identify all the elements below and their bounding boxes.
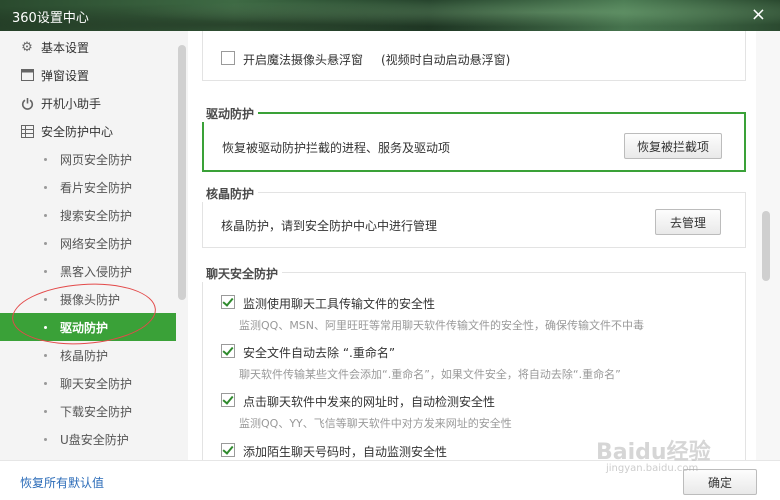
sidebar-item-label: 弹窗设置 bbox=[41, 68, 90, 83]
camera-floating-note: (视频时自动启动悬浮窗) bbox=[381, 53, 511, 67]
window-icon bbox=[20, 68, 34, 82]
sidebar-item-label: 聊天安全防护 bbox=[60, 376, 133, 391]
sidebar-item-label: 网络安全防护 bbox=[60, 236, 133, 251]
bullet-dot bbox=[44, 437, 47, 441]
chat-file-check-label: 监测使用聊天工具传输文件的安全性 bbox=[243, 297, 436, 311]
power-icon bbox=[20, 96, 34, 110]
sidebar-item-camera-protection[interactable]: 摄像头防护 bbox=[0, 285, 176, 313]
bullet-dot bbox=[44, 325, 47, 329]
rename-removal-desc: 聊天软件传输某些文件会添加“.重命名”，如果文件安全，将自动去除“.重命名” bbox=[239, 368, 621, 381]
stranger-check-label: 添加陌生聊天号码时，自动监测安全性 bbox=[243, 445, 448, 459]
sidebar-item-web-protection[interactable]: 网页安全防护 bbox=[0, 145, 176, 173]
content-scrollbar-thumb[interactable] bbox=[762, 211, 770, 281]
url-check-checkbox[interactable] bbox=[221, 393, 235, 407]
sidebar-item-label: 下载安全防护 bbox=[60, 404, 133, 419]
sidebar-item-hacker-protection[interactable]: 黑客入侵防护 bbox=[0, 257, 176, 285]
sidebar-item-label: 看片安全防护 bbox=[60, 180, 133, 195]
chat-file-check-checkbox[interactable] bbox=[221, 295, 235, 309]
sidebar-scrollbar[interactable] bbox=[176, 31, 188, 460]
go-manage-button[interactable]: 去管理 bbox=[655, 209, 721, 235]
rename-removal-checkbox[interactable] bbox=[221, 344, 235, 358]
baidu-watermark: Baidu经验 bbox=[596, 440, 711, 465]
content-scrollbar[interactable] bbox=[756, 31, 780, 460]
sidebar-item-label: 驱动防护 bbox=[60, 320, 109, 335]
camera-section: 开启魔法摄像头悬浮窗 (视频时自动启动悬浮窗) bbox=[202, 31, 746, 81]
url-check-label: 点击聊天软件中发来的网址时，自动检测安全性 bbox=[243, 395, 496, 409]
driver-protection-desc: 恢复被驱动防护拦截的进程、服务及驱动项 bbox=[222, 141, 451, 155]
sidebar-item-label: 安全防护中心 bbox=[41, 124, 114, 139]
camera-floating-checkbox[interactable] bbox=[221, 51, 235, 65]
bullet-dot bbox=[44, 297, 47, 301]
sidebar-item-popup-settings[interactable]: 弹窗设置 bbox=[0, 61, 176, 89]
close-button[interactable]: × bbox=[751, 5, 766, 25]
sidebar-item-network-protection[interactable]: 网络安全防护 bbox=[0, 229, 176, 257]
sidebar-item-download-protection[interactable]: 下载安全防护 bbox=[0, 397, 176, 425]
bullet-dot bbox=[44, 213, 47, 217]
driver-protection-title: 驱动防护 bbox=[202, 105, 259, 122]
restore-blocked-button[interactable]: 恢复被拦截项 bbox=[624, 133, 722, 159]
kernel-protection-title: 核晶防护 bbox=[202, 185, 259, 202]
sidebar-item-chat-protection[interactable]: 聊天安全防护 bbox=[0, 369, 176, 397]
driver-protection-section: 恢复被驱动防护拦截的进程、服务及驱动项 恢复被拦截项 bbox=[202, 112, 746, 172]
bullet-dot bbox=[44, 185, 47, 189]
chat-protection-title: 聊天安全防护 bbox=[202, 265, 283, 282]
sidebar-item-label: 摄像头防护 bbox=[60, 292, 121, 307]
sidebar-item-startup-assistant[interactable]: 开机小助手 bbox=[0, 89, 176, 117]
bullet-dot bbox=[44, 269, 47, 273]
gear-icon: ⚙ bbox=[21, 39, 33, 55]
baidu-watermark-url: jingyan.baidu.com bbox=[606, 463, 699, 474]
kernel-protection-section: 核晶防护，请到安全防护中心中进行管理 去管理 bbox=[202, 192, 746, 248]
sidebar-item-label: 搜索安全防护 bbox=[60, 208, 133, 223]
window-title: 360设置中心 bbox=[12, 11, 89, 26]
sidebar-scrollbar-thumb[interactable] bbox=[178, 45, 186, 300]
grid-icon bbox=[20, 124, 34, 138]
bullet-dot bbox=[44, 241, 47, 245]
sidebar-item-search-protection[interactable]: 搜索安全防护 bbox=[0, 201, 176, 229]
rename-removal-label: 安全文件自动去除 “.重命名” bbox=[243, 346, 396, 360]
camera-floating-label: 开启魔法摄像头悬浮窗 bbox=[243, 53, 364, 67]
sidebar-item-security-center[interactable]: 安全防护中心 bbox=[0, 117, 176, 145]
kernel-protection-desc: 核晶防护，请到安全防护中心中进行管理 bbox=[221, 219, 438, 233]
sidebar-item-label: 网页安全防护 bbox=[60, 152, 133, 167]
bullet-dot bbox=[44, 353, 47, 357]
title-bar: 360设置中心 × bbox=[0, 0, 780, 31]
stranger-check-checkbox[interactable] bbox=[221, 443, 235, 457]
sidebar-item-basic-settings[interactable]: ⚙ 基本设置 bbox=[0, 33, 176, 61]
sidebar-item-label: 黑客入侵防护 bbox=[60, 264, 133, 279]
bullet-dot bbox=[44, 157, 47, 161]
bullet-dot bbox=[44, 381, 47, 385]
sidebar-item-video-protection[interactable]: 看片安全防护 bbox=[0, 173, 176, 201]
restore-defaults-link[interactable]: 恢复所有默认值 bbox=[20, 474, 104, 491]
sidebar-item-usb-protection[interactable]: U盘安全防护 bbox=[0, 425, 176, 453]
chat-file-check-desc: 监测QQ、MSN、阿里旺旺等常用聊天软件传输文件的安全性，确保传输文件不中毒 bbox=[239, 319, 645, 332]
bullet-dot bbox=[44, 409, 47, 413]
sidebar-item-label: 开机小助手 bbox=[41, 96, 102, 111]
sidebar-item-label: U盘安全防护 bbox=[60, 432, 129, 447]
chat-protection-section: 监测使用聊天工具传输文件的安全性 监测QQ、MSN、阿里旺旺等常用聊天软件传输文… bbox=[202, 272, 746, 460]
settings-content: 开启魔法摄像头悬浮窗 (视频时自动启动悬浮窗) 恢复被驱动防护拦截的进程、服务及… bbox=[188, 31, 756, 460]
sidebar-item-label: 核晶防护 bbox=[60, 348, 109, 363]
url-check-desc: 监测QQ、YY、飞信等聊天软件中对方发来网址的安全性 bbox=[239, 417, 512, 430]
sidebar-item-kernel-protection[interactable]: 核晶防护 bbox=[0, 341, 176, 369]
sidebar-item-label: 基本设置 bbox=[41, 40, 90, 55]
sidebar: ⚙ 基本设置 弹窗设置 开机小助手 安全防护中心 网页安全防护 看片安全防护 搜… bbox=[0, 31, 176, 460]
sidebar-item-driver-protection[interactable]: 驱动防护 bbox=[0, 313, 176, 341]
